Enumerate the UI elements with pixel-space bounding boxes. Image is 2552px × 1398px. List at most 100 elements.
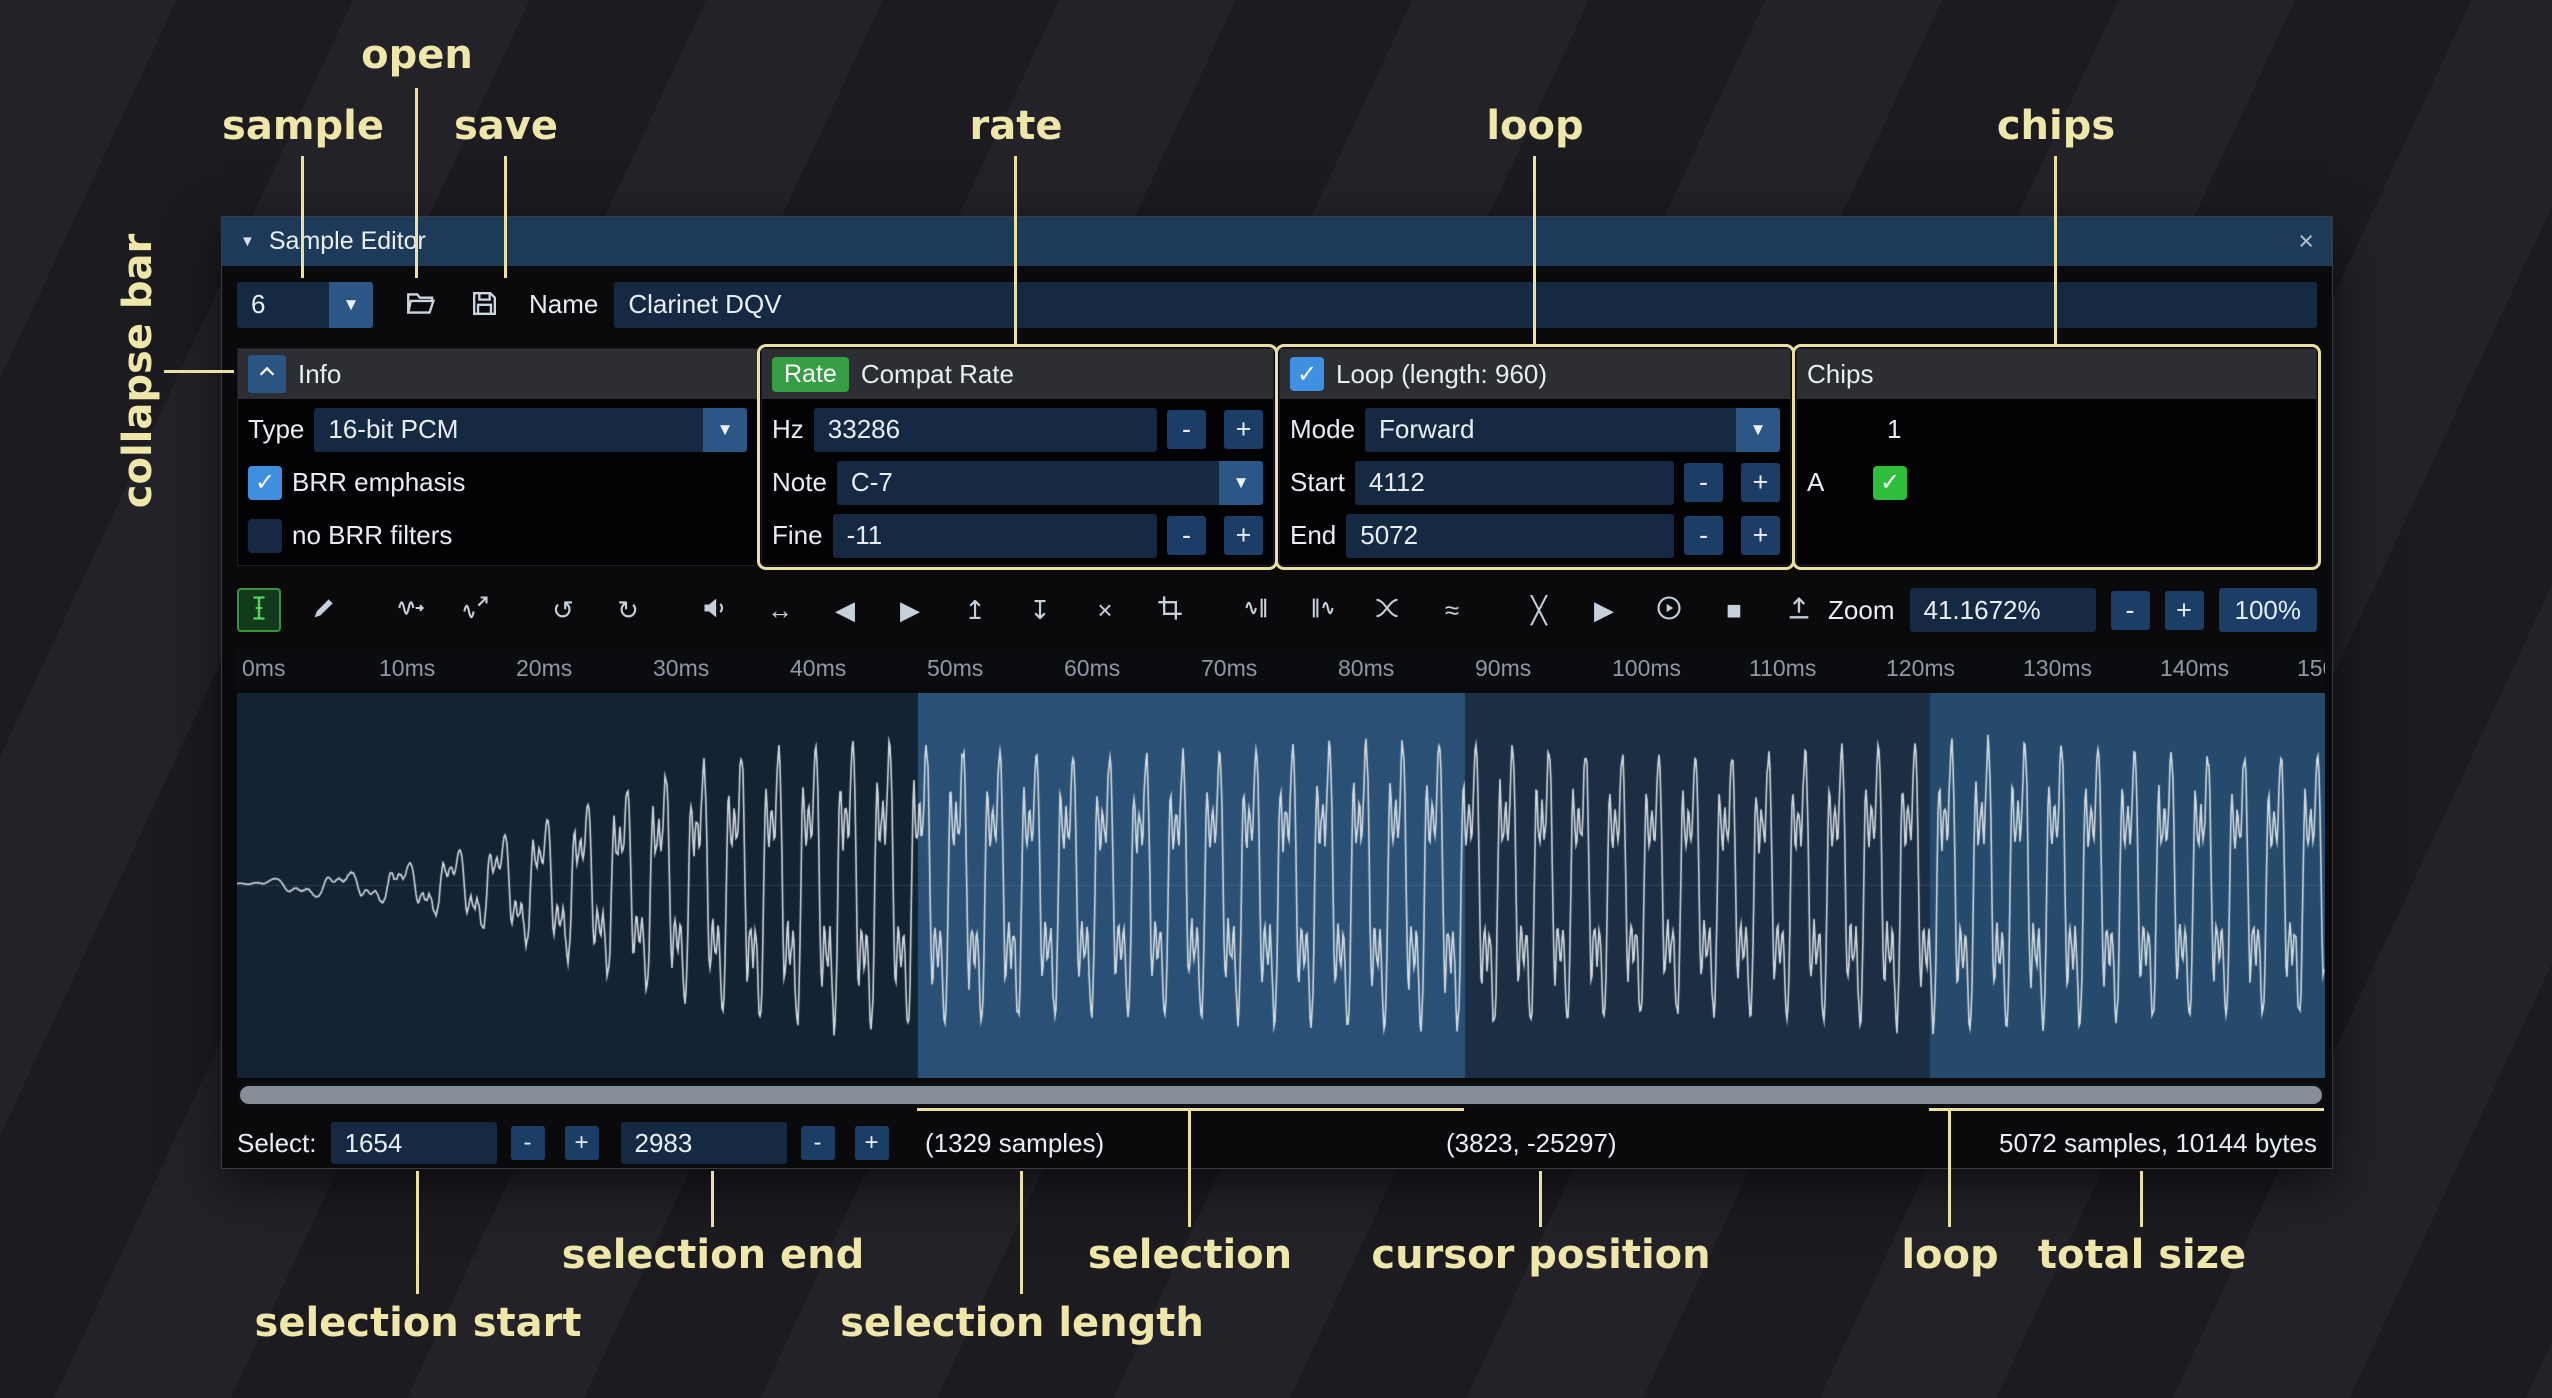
play-button[interactable]: ▶ — [1582, 588, 1626, 632]
reverse-button[interactable]: ◀ — [823, 588, 867, 632]
loop-end-value: 5072 — [1360, 520, 1418, 551]
preview-icon — [1655, 594, 1683, 627]
fine-value: -11 — [847, 520, 883, 551]
draw-tool-button[interactable] — [302, 588, 346, 632]
toolbar-buttons: ↺ ↻ ↔ ◀ ▶ ↥ ↧ × ≈ ╳ ▶ ■ — [237, 588, 1821, 632]
preview-button[interactable] — [1647, 588, 1691, 632]
stop-button[interactable]: ■ — [1712, 588, 1756, 632]
annotation-line-save — [504, 156, 507, 278]
annotation-chips: chips — [1997, 103, 2115, 149]
hz-input[interactable]: 33286 — [814, 408, 1157, 452]
timeline-label: 70ms — [1196, 655, 1333, 682]
save-button[interactable] — [461, 282, 507, 328]
chip-a-row: A ✓ — [1807, 460, 2306, 505]
check-icon: ✓ — [1297, 360, 1317, 389]
name-input[interactable]: Clarinet DQV — [614, 282, 2317, 328]
loop-end-input[interactable]: 5072 — [1346, 514, 1674, 558]
selection-start-input[interactable]: 1654 — [331, 1122, 497, 1164]
loop-end-label: End — [1290, 520, 1336, 551]
selection-end-plus-button[interactable]: + — [855, 1126, 889, 1160]
amplify-icon — [701, 594, 729, 627]
scrollbar-thumb[interactable] — [240, 1086, 2322, 1104]
zoom-input[interactable]: 41.1672% — [1910, 588, 2096, 632]
no-brr-filters-checkbox[interactable]: ✓ — [248, 519, 282, 553]
close-icon[interactable]: × — [2298, 226, 2314, 257]
name-label: Name — [529, 289, 598, 320]
dropdown-arrow-icon[interactable]: ▼ — [1736, 408, 1780, 452]
resize-button[interactable] — [389, 588, 433, 632]
type-dropdown[interactable]: 16-bit PCM ▼ — [314, 408, 747, 452]
loop-end-minus-button[interactable]: - — [1684, 516, 1723, 555]
zoom-reset-button[interactable]: 100% — [2219, 588, 2318, 632]
floppy-icon — [469, 288, 500, 322]
fine-minus-button[interactable]: - — [1167, 516, 1206, 555]
fine-input[interactable]: -11 — [833, 514, 1157, 558]
resize-icon — [397, 594, 425, 627]
fade-in-button[interactable]: ↥ — [953, 588, 997, 632]
selection-start-minus-button[interactable]: - — [511, 1126, 545, 1160]
undo-button[interactable]: ↺ — [541, 588, 585, 632]
rate-header: Rate Compat Rate — [762, 349, 1273, 399]
hz-plus-button[interactable]: + — [1224, 410, 1263, 449]
rate-badge[interactable]: Rate — [772, 357, 849, 392]
select-label: Select: — [237, 1128, 317, 1159]
filter-button[interactable]: ≈ — [1430, 588, 1474, 632]
discard-button[interactable]: ╳ — [1517, 588, 1561, 632]
zoom-plus-button[interactable]: + — [2165, 591, 2204, 630]
amplify-button[interactable] — [693, 588, 737, 632]
titlebar[interactable]: ▼ Sample Editor × — [222, 217, 2332, 266]
timeline-label: 100ms — [1607, 655, 1744, 682]
loop-enable-checkbox[interactable]: ✓ — [1290, 357, 1324, 391]
timeline-label: 0ms — [237, 655, 374, 682]
annotation-save: save — [454, 103, 558, 149]
selection-start-plus-button[interactable]: + — [565, 1126, 599, 1160]
waveform-scrollbar[interactable] — [237, 1083, 2325, 1107]
import-button[interactable] — [1777, 588, 1821, 632]
collapse-bar-button[interactable] — [248, 355, 286, 393]
brr-emphasis-checkbox[interactable]: ✓ — [248, 466, 282, 500]
loop-end-row: End 5072 - + — [1290, 513, 1780, 558]
window-collapse-icon[interactable]: ▼ — [240, 233, 255, 250]
total-size-text: 5072 samples, 10144 bytes — [1999, 1128, 2317, 1159]
annotation-rate: rate — [970, 103, 1063, 149]
crossfade-button[interactable] — [1365, 588, 1409, 632]
select-tool-button[interactable] — [237, 588, 281, 632]
hz-minus-button[interactable]: - — [1167, 410, 1206, 449]
dropdown-arrow-icon[interactable]: ▼ — [329, 282, 373, 328]
loop-end-plus-button[interactable]: + — [1741, 516, 1780, 555]
open-button[interactable] — [397, 282, 443, 328]
sample-selector[interactable]: 6 ▼ — [237, 282, 373, 328]
selection-end-minus-button[interactable]: - — [801, 1126, 835, 1160]
note-label: Note — [772, 467, 827, 498]
trim-button[interactable] — [1148, 588, 1192, 632]
loop-start-plus-button[interactable]: + — [1741, 463, 1780, 502]
dropdown-arrow-icon[interactable]: ▼ — [1219, 461, 1263, 505]
info-header[interactable]: Info — [238, 349, 757, 399]
chip-a-checkbox[interactable]: ✓ — [1873, 466, 1907, 500]
loop-start-minus-button[interactable]: - — [1684, 463, 1723, 502]
insert-silence-button[interactable] — [1235, 588, 1279, 632]
loop-start-input[interactable]: 4112 — [1355, 461, 1674, 505]
fade-out-button[interactable]: ↧ — [1018, 588, 1062, 632]
zoom-controls: Zoom 41.1672% - + 100% — [1828, 588, 2317, 632]
waveform-canvas[interactable] — [237, 693, 2325, 1078]
resample-button[interactable] — [454, 588, 498, 632]
annotation-line-loop-region — [1948, 1110, 1951, 1227]
loop-header: ✓ Loop (length: 960) — [1280, 349, 1790, 399]
invert-button[interactable]: ▶ — [888, 588, 932, 632]
zoom-minus-button[interactable]: - — [2111, 591, 2150, 630]
dropdown-arrow-icon[interactable]: ▼ — [703, 408, 747, 452]
loop-mode-dropdown[interactable]: Forward ▼ — [1365, 408, 1780, 452]
note-dropdown[interactable]: C-7 ▼ — [837, 461, 1263, 505]
fade-in-icon: ↥ — [964, 597, 986, 623]
note-value: C-7 — [837, 467, 1219, 498]
waveform-display[interactable] — [237, 693, 2325, 1078]
normalize-button[interactable]: ↔ — [758, 588, 802, 632]
redo-button[interactable]: ↻ — [606, 588, 650, 632]
apply-silence-button[interactable] — [1300, 588, 1344, 632]
annotation-selection: selection — [1088, 1232, 1292, 1278]
fine-label: Fine — [772, 520, 823, 551]
fine-plus-button[interactable]: + — [1224, 516, 1263, 555]
silence-button[interactable]: × — [1083, 588, 1127, 632]
selection-end-input[interactable]: 2983 — [621, 1122, 787, 1164]
